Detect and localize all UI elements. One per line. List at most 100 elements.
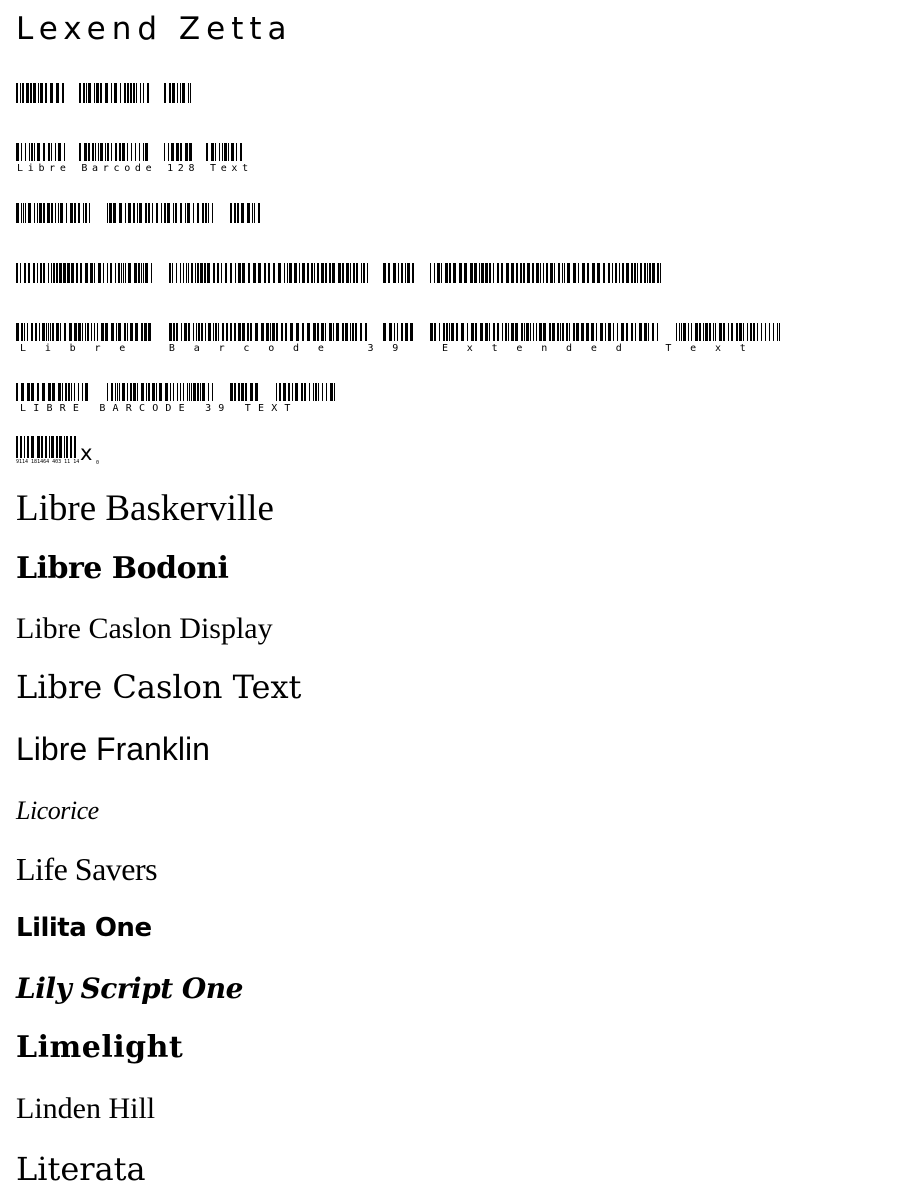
- barcode-bar-4: [33, 263, 35, 283]
- barcode-bar-7: [43, 143, 45, 161]
- barcode-bar-32: [159, 383, 162, 401]
- barcode-bar-160: [713, 323, 714, 341]
- barcode-bar-33: [172, 83, 175, 103]
- barcode-bar-106: [474, 263, 477, 283]
- barcode-bar-163: [723, 323, 725, 341]
- barcode-bar-32: [169, 83, 171, 103]
- barcode-bar-130: [567, 263, 570, 283]
- barcode-bar-77: [336, 323, 339, 341]
- barcode-libre-barcode-39: [16, 203, 260, 223]
- barcode-bar-123: [552, 323, 555, 341]
- barcode-bar-4: [30, 83, 32, 103]
- barcode-bar-10: [50, 323, 51, 341]
- barcode-bar-8: [43, 203, 45, 223]
- barcode-bar-153: [660, 263, 661, 283]
- barcode-bar-48: [204, 263, 206, 283]
- barcode-bar-93: [405, 263, 406, 283]
- barcode-bar-60: [258, 263, 261, 283]
- barcode-bar-38: [189, 143, 192, 161]
- barcode-bar-42: [186, 263, 187, 283]
- barcode-bar-70: [334, 383, 335, 401]
- barcode-bar-34: [170, 383, 171, 401]
- barcode-bar-61: [266, 323, 269, 341]
- barcode-bar-41: [188, 323, 190, 341]
- barcode-bar-18: [111, 383, 113, 401]
- barcode-bar-67: [290, 323, 293, 341]
- barcode-bar-42: [219, 143, 220, 161]
- barcode-bar-44: [198, 323, 200, 341]
- barcode-bar-65: [315, 383, 317, 401]
- barcode-bar-70: [307, 323, 310, 341]
- barcode-bar-152: [683, 323, 686, 341]
- barcode-bar-47: [236, 143, 237, 161]
- barcode-bar-2: [22, 83, 24, 103]
- barcode-bar-30: [147, 83, 149, 103]
- barcode-bar-54: [255, 383, 258, 401]
- barcode-bar-51: [241, 383, 244, 401]
- barcode-bar-25: [133, 383, 136, 401]
- barcode-bar-55: [238, 323, 241, 341]
- barcode-bar-35: [173, 383, 174, 401]
- barcode-bar-5: [37, 436, 40, 458]
- barcode-bar-3: [26, 83, 29, 103]
- barcode-bar-150: [679, 323, 680, 341]
- barcode-bar-86: [363, 263, 365, 283]
- barcode-bar-73: [321, 323, 324, 341]
- barcode-bar-23: [124, 83, 126, 103]
- barcode-bar-41: [183, 263, 184, 283]
- barcode-bar-16: [74, 203, 76, 223]
- barcode-bar-10: [51, 203, 53, 223]
- barcode-bar-33: [165, 383, 168, 401]
- barcode-bar-84: [365, 323, 367, 341]
- barcode-bar-25: [125, 203, 126, 223]
- barcode-bar-8: [49, 436, 50, 458]
- barcode-bar-78: [332, 263, 335, 283]
- barcode-bar-20: [89, 203, 90, 223]
- barcode-bar-6: [48, 383, 51, 401]
- barcode-bar-21: [114, 83, 117, 103]
- barcode-bar-57: [283, 383, 286, 401]
- barcode-bar-154: [691, 323, 692, 341]
- barcode-bar-121: [536, 263, 539, 283]
- barcode-ean13-digits: 9114 181464 403 11 14: [16, 459, 80, 465]
- barcode-bar-27: [133, 203, 135, 223]
- barcode-bar-108: [481, 263, 484, 283]
- barcode-bar-19: [85, 323, 86, 341]
- barcode-bar-6: [39, 323, 40, 341]
- barcode-bar-22: [122, 383, 125, 401]
- barcode-bar-111: [493, 263, 494, 283]
- barcode-bar-9: [48, 323, 49, 341]
- barcode-bar-64: [313, 383, 314, 401]
- barcode-bar-50: [238, 383, 240, 401]
- barcode-bar-0: [16, 383, 18, 401]
- barcode-bar-24: [110, 263, 112, 283]
- barcode-bar-98: [437, 263, 440, 283]
- barcode-bar-112: [511, 323, 514, 341]
- barcode-bar-11: [55, 203, 56, 223]
- barcode-bar-113: [515, 323, 518, 341]
- barcode-bar-7: [42, 323, 45, 341]
- barcode-bar-64: [276, 323, 278, 341]
- barcode-bar-49: [215, 323, 217, 341]
- barcode-bar-41: [215, 143, 216, 161]
- barcode-bar-6: [38, 83, 39, 103]
- barcode-bar-7: [40, 83, 43, 103]
- barcode-bar-34: [143, 263, 144, 283]
- barcode-bar-35: [145, 263, 148, 283]
- barcode-bar-23: [113, 203, 116, 223]
- barcode-bar-153: [688, 323, 689, 341]
- barcode-bar-79: [345, 323, 348, 341]
- barcode-bar-24: [130, 383, 132, 401]
- barcode-bar-17: [80, 263, 82, 283]
- barcode-bar-7: [45, 436, 47, 458]
- barcode-bar-8: [48, 143, 50, 161]
- barcode-bar-19: [100, 143, 103, 161]
- barcode-bar-14: [67, 263, 70, 283]
- barcode-bar-147: [640, 263, 642, 283]
- barcode-bar-11: [52, 323, 54, 341]
- font-sample-libre-franklin: Libre Franklin: [16, 731, 210, 767]
- barcode-bar-12: [59, 263, 62, 283]
- barcode-bar-34: [161, 203, 162, 223]
- barcode-bar-137: [608, 323, 611, 341]
- barcode-bar-68: [296, 323, 299, 341]
